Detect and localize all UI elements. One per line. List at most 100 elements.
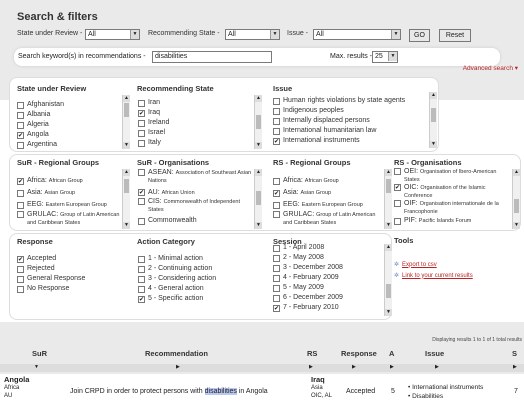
list-item[interactable]: EEG: Eastern European Group (273, 199, 385, 211)
scroll-up-icon[interactable]: ▲ (513, 169, 520, 176)
list-item[interactable]: Asia: Asian Group (273, 187, 385, 199)
list-item[interactable]: GRULAC: Group of Latin American and Cari… (17, 211, 129, 229)
scroll-up-icon[interactable]: ▲ (430, 92, 437, 99)
advanced-search-link[interactable]: Advanced search ▾ (463, 64, 518, 72)
session-list[interactable]: 1 - April 2008 2 - May 2008 3 - December… (273, 243, 383, 313)
list-item[interactable]: Commonwealth (138, 216, 254, 226)
scrollbar[interactable]: ▲ ▼ (122, 169, 130, 229)
action-list[interactable]: 1 - Minimal action 2 - Continuing action… (138, 254, 258, 304)
checkbox[interactable] (17, 255, 24, 263)
list-item[interactable]: Human rights violations by state agents (273, 96, 429, 106)
list-item[interactable]: AU: African Union (138, 187, 254, 198)
keyword-input[interactable]: disabilities (152, 51, 272, 63)
state-select[interactable]: All ▼ (85, 29, 140, 40)
max-results-select[interactable]: 25 ▼ (372, 51, 398, 63)
list-item[interactable]: Rejected (17, 264, 129, 274)
list-item[interactable]: 5 - May 2009 (273, 283, 383, 293)
checkbox[interactable] (138, 109, 145, 117)
checkbox[interactable] (17, 189, 24, 197)
column-header-issue[interactable]: Issue (425, 349, 444, 358)
checkbox[interactable] (273, 127, 280, 135)
checkbox[interactable] (138, 139, 145, 147)
scroll-up-icon[interactable]: ▲ (255, 169, 262, 176)
scrollbar[interactable]: ▲ ▼ (254, 169, 262, 229)
scroll-down-icon[interactable]: ▼ (255, 142, 262, 149)
scroll-down-icon[interactable]: ▼ (123, 142, 130, 149)
checkbox[interactable] (138, 169, 145, 176)
checkbox[interactable] (273, 211, 280, 218)
list-item[interactable]: ASEAN: Association of Southeast Asian Na… (138, 169, 254, 187)
checkbox[interactable] (17, 121, 24, 129)
chevron-right-icon[interactable]: ▶ (513, 364, 517, 370)
chevron-right-icon[interactable]: ▶ (435, 364, 439, 370)
list-item[interactable]: International instruments (273, 136, 429, 146)
checkbox[interactable] (17, 211, 24, 218)
list-item[interactable]: 4 - February 2009 (273, 273, 383, 283)
checkbox[interactable] (138, 285, 145, 293)
checkbox[interactable] (273, 177, 280, 185)
checkbox[interactable] (17, 101, 24, 109)
checkbox[interactable] (138, 217, 145, 225)
checkbox[interactable] (394, 168, 401, 175)
checkbox[interactable] (273, 244, 280, 252)
scroll-down-icon[interactable]: ▼ (123, 222, 130, 229)
checkbox[interactable] (138, 265, 145, 273)
checkbox[interactable] (138, 99, 145, 107)
checkbox[interactable] (273, 97, 280, 105)
scroll-up-icon[interactable]: ▲ (385, 244, 392, 251)
scrollbar[interactable]: ▲ ▼ (384, 244, 392, 316)
list-item[interactable]: 6 - December 2009 (273, 293, 383, 303)
checkbox[interactable] (273, 274, 280, 282)
checkbox[interactable] (273, 107, 280, 115)
chevron-down-icon[interactable]: ▼ (34, 364, 39, 370)
chevron-right-icon[interactable]: ▶ (390, 364, 394, 370)
export-csv-link[interactable]: Export to csv (402, 262, 437, 268)
chevron-right-icon[interactable]: ▶ (309, 364, 313, 370)
checkbox[interactable] (273, 284, 280, 292)
list-item[interactable]: Africa: African Group (273, 175, 385, 187)
list-item[interactable]: 2 - May 2008 (273, 253, 383, 263)
list-item[interactable]: Africa: African Group (17, 175, 129, 187)
checkbox[interactable] (138, 275, 145, 283)
list-item[interactable]: 2 - Continuing action (138, 264, 258, 274)
response-list[interactable]: Accepted Rejected General Response No Re… (17, 254, 129, 294)
list-item[interactable]: Algeria (17, 120, 129, 130)
checkbox[interactable] (138, 255, 145, 263)
list-item[interactable]: General Response (17, 274, 129, 284)
list-item[interactable]: 3 - Considering action (138, 274, 258, 284)
list-item[interactable]: Iraq (138, 108, 254, 118)
list-item[interactable]: 7 - February 2010 (273, 303, 383, 313)
rec-list[interactable]: Iran Iraq Ireland Israel Italy (138, 98, 254, 148)
scroll-up-icon[interactable]: ▲ (123, 169, 130, 176)
checkbox[interactable] (273, 264, 280, 272)
share-link[interactable]: Link to your current results (402, 273, 473, 279)
checkbox[interactable] (394, 184, 401, 191)
state-list[interactable]: Afghanistan Albania Algeria Angola Argen… (17, 100, 129, 150)
list-item[interactable]: 4 - General action (138, 284, 258, 294)
checkbox[interactable] (17, 131, 24, 139)
list-item[interactable]: 3 - December 2008 (273, 263, 383, 273)
column-header-sur[interactable]: SuR (32, 349, 47, 358)
checkbox[interactable] (138, 189, 145, 196)
column-header-recommendation[interactable]: Recommendation (145, 349, 208, 358)
sur-groups-list[interactable]: Africa: African Group Asia: Asian Group … (17, 175, 129, 229)
scroll-up-icon[interactable]: ▲ (385, 169, 392, 176)
list-item[interactable]: Iran (138, 98, 254, 108)
column-header-s[interactable]: S (512, 349, 517, 358)
checkbox[interactable] (273, 294, 280, 302)
checkbox[interactable] (273, 189, 280, 197)
checkbox[interactable] (394, 217, 401, 225)
scroll-down-icon[interactable]: ▼ (513, 222, 520, 229)
checkbox[interactable] (17, 177, 24, 185)
checkbox[interactable] (17, 285, 24, 293)
rec-select[interactable]: All ▼ (225, 29, 280, 40)
list-item[interactable]: Angola (17, 130, 129, 140)
list-item[interactable]: PIF: Pacific Islands Forum (394, 216, 511, 226)
table-row[interactable]: Angola Africa AU Join CRPD in order to p… (0, 374, 524, 405)
list-item[interactable]: International humanitarian law (273, 126, 429, 136)
scroll-down-icon[interactable]: ▼ (430, 141, 437, 148)
issue-select[interactable]: All ▼ (313, 29, 401, 40)
rs-groups-list[interactable]: Africa: African Group Asia: Asian Group … (273, 175, 385, 229)
scrollbar[interactable]: ▲ ▼ (429, 92, 437, 148)
reset-button[interactable]: Reset (439, 29, 471, 42)
